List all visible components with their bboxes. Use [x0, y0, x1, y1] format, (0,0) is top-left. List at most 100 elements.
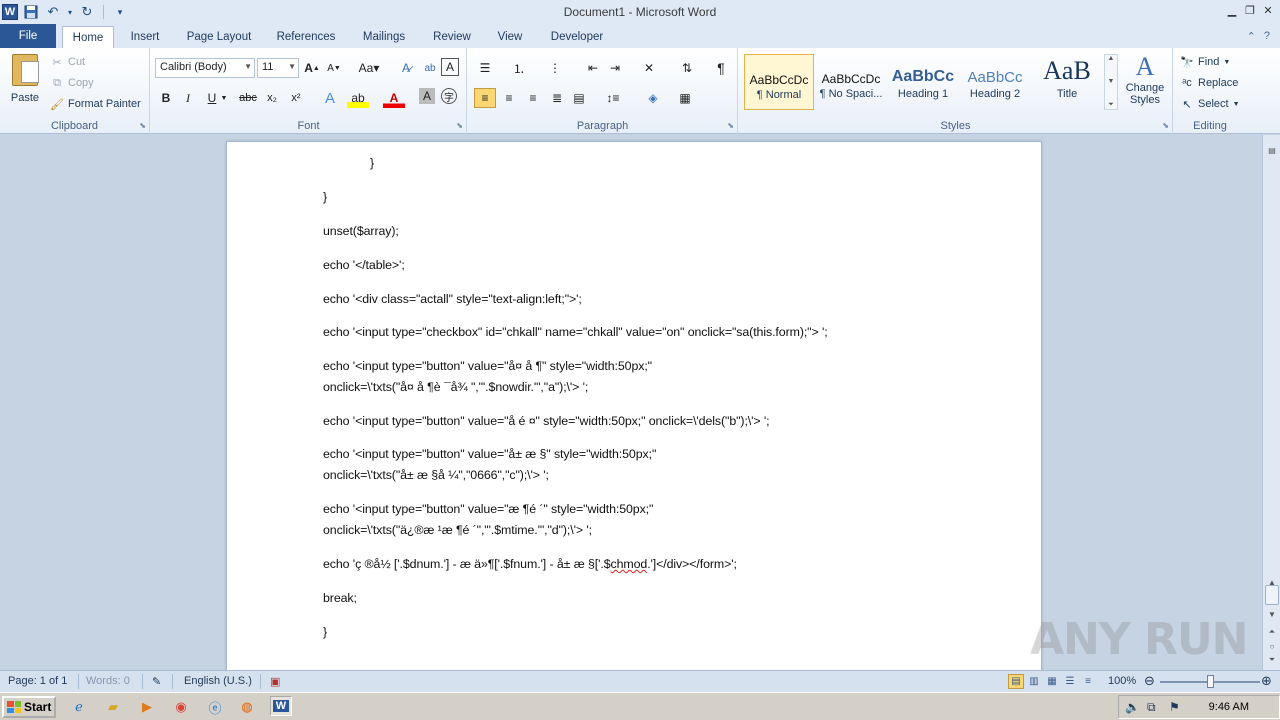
character-border-icon[interactable]: A: [441, 58, 459, 76]
volume-icon[interactable]: 🔈: [1125, 700, 1140, 714]
close-icon[interactable]: ✕: [1260, 2, 1276, 18]
save-icon[interactable]: [22, 3, 40, 21]
scrollbar-thumb[interactable]: [1265, 585, 1279, 605]
style-title[interactable]: AaB Title: [1032, 54, 1102, 110]
undo-icon[interactable]: ↶: [44, 3, 62, 21]
font-color-icon[interactable]: A: [383, 88, 405, 108]
doc-line[interactable]: onclick=\'txts("å¤ å ¶è ¯å¾ ","'.$nowdir…: [323, 380, 588, 394]
show-formatting-marks-icon[interactable]: ¶: [710, 58, 732, 78]
page-count[interactable]: Page: 1 of 1: [8, 675, 67, 687]
vertical-scrollbar[interactable]: ▤ ▲ ▼ ⏶ ○ ⏷: [1262, 135, 1280, 670]
proofing-icon[interactable]: ✎: [152, 675, 161, 688]
doc-line[interactable]: onclick=\'txts("ä¿®æ ¹æ ¶é ´","'.$mtime.…: [323, 523, 592, 537]
print-layout-icon[interactable]: ▤: [1008, 674, 1024, 689]
media-player-icon[interactable]: ▶: [136, 697, 158, 717]
increase-indent-icon[interactable]: ⇥: [604, 58, 626, 78]
doc-line[interactable]: echo '<input type="button" value="å¤ å ¶…: [323, 359, 652, 373]
highlight-color-icon[interactable]: ab: [347, 88, 369, 108]
clock[interactable]: 9:46 AM: [1209, 701, 1249, 713]
underline-dropdown-icon[interactable]: ▼: [219, 88, 229, 108]
asian-layout-icon[interactable]: ✕: [638, 58, 660, 78]
doc-line[interactable]: echo 'ç ®å½ ['.$dnum.'] - æ ä»¶['.$fnum.…: [323, 557, 737, 571]
subscript-icon[interactable]: x₂: [261, 88, 283, 108]
document-page[interactable]: } } unset($array); echo '</table>'; echo…: [226, 141, 1042, 670]
doc-line[interactable]: onclick=\'txts("å± æ §å ¼","0666","c");\…: [323, 468, 549, 482]
doc-line[interactable]: echo '</table>';: [323, 258, 405, 272]
zoom-out-icon[interactable]: ⊖: [1144, 673, 1155, 689]
font-size-select[interactable]: 11 ▼: [257, 58, 299, 78]
styles-launcher-icon[interactable]: ⬊: [1162, 121, 1169, 130]
find-button[interactable]: 🔭 Find ▼: [1180, 52, 1230, 72]
replace-button[interactable]: ᵃc Replace: [1180, 73, 1238, 93]
character-shading-icon[interactable]: A: [419, 88, 435, 104]
paragraph-launcher-icon[interactable]: ⬊: [727, 121, 734, 130]
italic-icon[interactable]: I: [177, 88, 199, 108]
borders-icon[interactable]: ▦: [674, 88, 696, 108]
sort-icon[interactable]: ⇅: [676, 58, 698, 78]
zoom-level[interactable]: 100%: [1108, 675, 1136, 687]
doc-line[interactable]: }: [370, 156, 374, 170]
doc-line[interactable]: unset($array);: [323, 224, 399, 238]
numbering-icon[interactable]: ⒈: [508, 58, 530, 78]
browse-object-icon[interactable]: ○: [1265, 639, 1279, 653]
strikethrough-icon[interactable]: abc: [237, 88, 259, 108]
doc-line[interactable]: echo '<input type="checkbox" id="chkall"…: [323, 325, 828, 339]
internet-explorer-icon[interactable]: ℯ: [68, 697, 90, 717]
tab-insert[interactable]: Insert: [120, 26, 170, 48]
language-indicator[interactable]: English (U.S.): [184, 675, 252, 687]
style-heading-1[interactable]: AaBbCc Heading 1: [888, 54, 958, 110]
edge-icon[interactable]: ⓔ: [204, 697, 226, 717]
decrease-indent-icon[interactable]: ⇤: [582, 58, 604, 78]
word-app-icon[interactable]: W: [2, 4, 18, 20]
tab-view[interactable]: View: [490, 26, 530, 48]
line-spacing-icon[interactable]: ↕≡: [602, 88, 624, 108]
firefox-icon[interactable]: ◍: [236, 697, 258, 717]
doc-line[interactable]: echo '<input type="button" value="å é ¤"…: [323, 414, 770, 428]
enclose-characters-icon[interactable]: 字: [441, 88, 457, 104]
font-launcher-icon[interactable]: ⬊: [456, 121, 463, 130]
style-heading-2[interactable]: AaBbCc Heading 2: [960, 54, 1030, 110]
tab-references[interactable]: References: [268, 26, 344, 48]
zoom-in-icon[interactable]: ⊕: [1261, 673, 1272, 689]
change-case-icon[interactable]: Aa▾: [355, 58, 383, 78]
tab-file[interactable]: File: [0, 24, 56, 48]
zoom-slider-handle[interactable]: [1207, 675, 1214, 688]
chevron-down-icon[interactable]: ▼: [1108, 78, 1115, 85]
previous-page-icon[interactable]: ⏶: [1265, 625, 1279, 639]
paste-button[interactable]: Paste: [6, 52, 44, 112]
start-button[interactable]: Start: [2, 696, 56, 718]
redo-icon[interactable]: ↻: [78, 3, 96, 21]
doc-line[interactable]: echo '<input type="button" value="å± æ §…: [323, 447, 656, 461]
doc-line[interactable]: echo '<input type="button" value="æ ¶é ´…: [323, 502, 653, 516]
network-icon[interactable]: ⧉: [1147, 700, 1156, 715]
restore-icon[interactable]: ❐: [1242, 2, 1258, 18]
styles-gallery-scroll[interactable]: ▲ ▼ ⏷: [1104, 54, 1118, 110]
outline-view-icon[interactable]: ☰: [1062, 674, 1078, 689]
undo-dropdown-icon[interactable]: ▾: [66, 3, 74, 21]
file-explorer-icon[interactable]: ▰: [102, 697, 124, 717]
doc-line[interactable]: }: [323, 625, 327, 639]
view-ruler-icon[interactable]: ▤: [1265, 143, 1279, 157]
distributed-icon[interactable]: ▤: [568, 88, 590, 108]
align-right-icon[interactable]: ≡: [522, 88, 544, 108]
doc-line[interactable]: break;: [323, 591, 357, 605]
superscript-icon[interactable]: x²: [285, 88, 307, 108]
font-family-select[interactable]: Calibri (Body) ▼: [155, 58, 255, 78]
shading-icon[interactable]: ◈: [642, 88, 664, 108]
tab-home[interactable]: Home: [62, 26, 114, 48]
minimize-icon[interactable]: ▁: [1224, 2, 1240, 18]
bullets-icon[interactable]: ☰: [474, 58, 496, 78]
chrome-icon[interactable]: ◉: [170, 697, 192, 717]
grow-font-icon[interactable]: A ▲: [301, 58, 323, 78]
macro-recording-icon[interactable]: ▣: [270, 675, 280, 688]
cut-button[interactable]: ✂ Cut: [50, 52, 85, 72]
chevron-down-icon[interactable]: ▼: [1265, 607, 1279, 621]
tab-page-layout[interactable]: Page Layout: [180, 26, 258, 48]
change-styles-button[interactable]: A Change Styles: [1120, 52, 1170, 116]
shrink-font-icon[interactable]: A ▼: [323, 58, 345, 78]
spelling-error-word[interactable]: chmod: [610, 557, 647, 571]
text-effects-icon[interactable]: A: [319, 88, 341, 108]
tab-developer[interactable]: Developer: [540, 26, 614, 48]
draft-view-icon[interactable]: ≡: [1080, 674, 1096, 689]
customize-qat-icon[interactable]: ▾: [111, 3, 129, 21]
